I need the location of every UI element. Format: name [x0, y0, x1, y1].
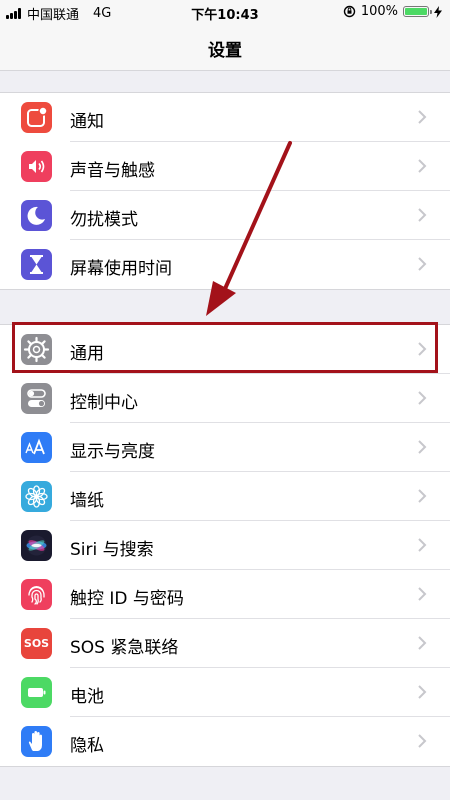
do-not-disturb-icon	[21, 200, 52, 231]
settings-item-label: 声音与触感	[70, 161, 155, 181]
chevron-right-icon	[418, 440, 427, 454]
siri-icon	[21, 530, 52, 561]
chevron-right-icon	[418, 685, 427, 699]
charging-bolt-icon	[434, 5, 442, 18]
settings-item-control-center[interactable]: 控制中心	[0, 374, 450, 423]
page-title: 设置	[208, 41, 242, 61]
battery-level-icon	[403, 6, 432, 17]
settings-item-do-not-disturb[interactable]: 勿扰模式	[0, 191, 450, 240]
navigation-bar: 设置	[0, 24, 450, 71]
settings-item-label: 隐私	[70, 736, 104, 756]
settings-item-privacy[interactable]: 隐私	[0, 717, 450, 766]
settings-item-display-brightness[interactable]: 显示与亮度	[0, 423, 450, 472]
notifications-icon	[21, 102, 52, 133]
chevron-right-icon	[418, 391, 427, 405]
privacy-hand-icon	[21, 726, 52, 757]
highlight-annotation-box	[12, 322, 438, 373]
orientation-lock-icon	[343, 5, 356, 18]
chevron-right-icon	[418, 257, 427, 271]
control-center-icon	[21, 383, 52, 414]
chevron-right-icon	[418, 587, 427, 601]
settings-item-label: 触控 ID 与密码	[70, 589, 184, 609]
chevron-right-icon	[418, 538, 427, 552]
settings-item-battery[interactable]: 电池	[0, 668, 450, 717]
settings-item-label: 墙纸	[70, 491, 104, 511]
battery-icon	[21, 677, 52, 708]
chevron-right-icon	[418, 489, 427, 503]
display-brightness-icon	[21, 432, 52, 463]
status-bar: 中国联通 4G 下午10:43 100%	[0, 0, 450, 24]
settings-item-label: 屏幕使用时间	[70, 259, 172, 279]
settings-item-label: 显示与亮度	[70, 442, 155, 462]
settings-item-emergency-sos[interactable]: SOS SOS 紧急联络	[0, 619, 450, 668]
settings-item-siri-search[interactable]: Siri 与搜索	[0, 521, 450, 570]
settings-item-sounds[interactable]: 声音与触感	[0, 142, 450, 191]
settings-item-label: Siri 与搜索	[70, 540, 154, 560]
settings-item-wallpaper[interactable]: 墙纸	[0, 472, 450, 521]
battery-percent: 100%	[360, 4, 398, 19]
chevron-right-icon	[418, 208, 427, 222]
settings-item-screen-time[interactable]: 屏幕使用时间	[0, 240, 450, 289]
sounds-icon	[21, 151, 52, 182]
settings-item-notifications[interactable]: 通知	[0, 93, 450, 142]
touch-id-icon	[21, 579, 52, 610]
settings-item-label: 通知	[70, 112, 104, 132]
settings-item-touch-id-passcode[interactable]: 触控 ID 与密码	[0, 570, 450, 619]
screen-time-icon	[21, 249, 52, 280]
chevron-right-icon	[418, 734, 427, 748]
settings-item-label: 电池	[70, 687, 104, 707]
wallpaper-icon	[21, 481, 52, 512]
settings-group-2: 通用 控制中心 显示与亮度 墙纸 Siri 与搜索 触控 ID 与密码 SOS …	[0, 324, 450, 767]
settings-group-1: 通知 声音与触感 勿扰模式 屏幕使用时间	[0, 92, 450, 290]
sos-icon: SOS	[21, 628, 52, 659]
chevron-right-icon	[418, 636, 427, 650]
chevron-right-icon	[418, 110, 427, 124]
chevron-right-icon	[418, 159, 427, 173]
settings-item-label: SOS 紧急联络	[70, 638, 179, 658]
settings-item-label: 勿扰模式	[70, 210, 138, 230]
sos-icon-text: SOS	[23, 637, 50, 650]
settings-item-label: 控制中心	[70, 393, 138, 413]
